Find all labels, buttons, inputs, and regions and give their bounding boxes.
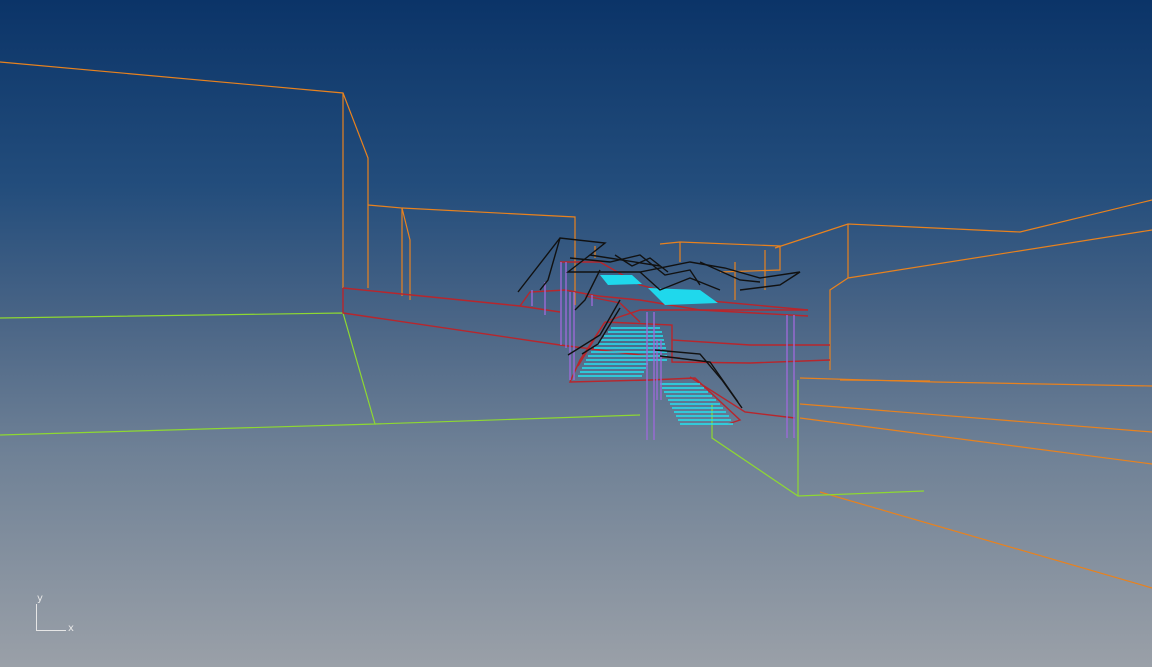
axis-orientation-widget: y x [30, 594, 90, 638]
x-axis-line [36, 630, 66, 631]
ground-outline [0, 312, 925, 497]
y-axis-line [36, 604, 37, 631]
rhino-perspective-viewport[interactable]: y x [0, 0, 1152, 667]
x-axis-label: x [68, 623, 74, 634]
right-building-wireframe [659, 199, 1152, 589]
y-axis-label: y [37, 593, 43, 604]
wireframe-scene[interactable] [0, 0, 1152, 667]
left-building-wireframe [0, 61, 596, 305]
